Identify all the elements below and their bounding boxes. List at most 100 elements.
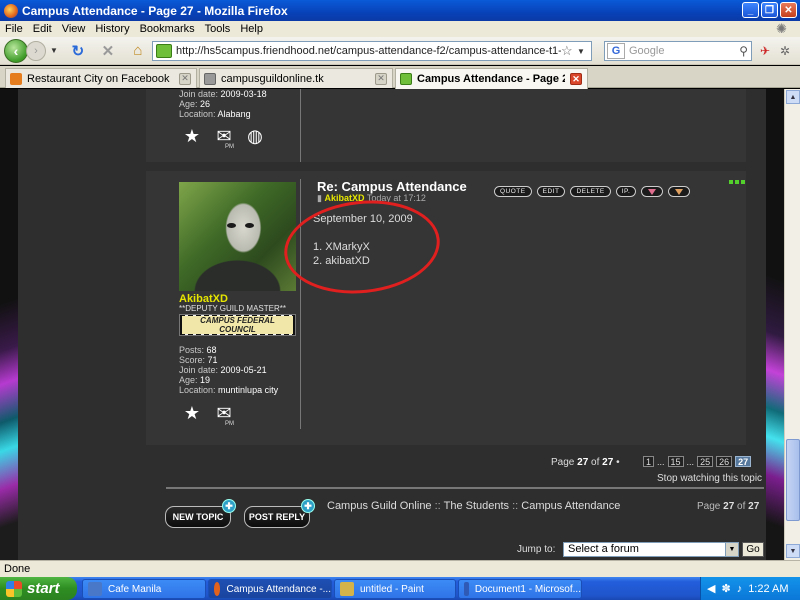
tab-campusguildonline[interactable]: campusguildonline.tk ✕ — [199, 68, 393, 88]
go-button[interactable]: Go — [742, 542, 764, 557]
system-tray: ◀ ✽ ♪ 1:22 AM — [700, 577, 800, 600]
back-button[interactable]: ‹ — [4, 38, 28, 63]
vertical-scrollbar[interactable]: ▲ ▼ — [784, 89, 800, 560]
url-bar[interactable]: http://hs5campus.friendhood.net/campus-a… — [152, 41, 592, 61]
post-actions: QUOTE EDIT DELETE IP. — [494, 186, 691, 197]
post-reply-button[interactable]: POST REPLY ✚ — [244, 499, 315, 528]
menu-bookmarks[interactable]: Bookmarks — [140, 23, 195, 35]
private-message-icon[interactable]: ✉ — [212, 124, 236, 151]
rank-image: CAMPUS FEDERAL COUNCIL — [179, 314, 296, 336]
stop-watching-link[interactable]: Stop watching this topic — [657, 473, 762, 484]
status-bar: Done — [0, 560, 800, 577]
profile-info: Posts: 68 Score: 71 Join date: 2009-05-2… — [179, 345, 279, 395]
taskbar-item-firefox[interactable]: Campus Attendance -... — [208, 579, 332, 599]
jump-to-select[interactable]: Select a forum ▼ — [563, 542, 739, 557]
close-window-button[interactable]: ✕ — [780, 2, 797, 18]
scroll-up-icon[interactable]: ▲ — [786, 90, 800, 104]
taskbar-item-paint[interactable]: untitled - Paint — [334, 579, 456, 599]
menu-edit[interactable]: Edit — [33, 23, 52, 35]
website-globe-icon[interactable]: ◍ — [243, 124, 267, 148]
reload-icon[interactable]: ↻ — [68, 41, 88, 61]
post-separator — [300, 179, 301, 429]
post-body-line: 2. akibatXD — [313, 255, 370, 267]
menu-bar: File Edit View History Bookmarks Tools H… — [0, 21, 800, 37]
restore-button[interactable]: ❐ — [761, 2, 778, 18]
delete-button[interactable]: DELETE — [570, 186, 611, 197]
url-dropdown-icon[interactable]: ▼ — [577, 47, 591, 56]
pagination-links: 1 ... 15 ... 25 26 27 — [643, 456, 752, 467]
tab-strip: Restaurant City on Facebook ✕ campusguil… — [0, 66, 800, 89]
firefox-icon — [214, 582, 221, 596]
post-meta: ▮ AkibatXD Today at 17:12 — [317, 193, 426, 204]
post-body-line — [313, 226, 413, 240]
url-text[interactable]: http://hs5campus.friendhood.net/campus-a… — [176, 45, 561, 57]
ip-button[interactable]: IP. — [615, 186, 637, 197]
post-meta-author[interactable]: AkibatXD — [324, 193, 364, 203]
forum-favicon-icon — [400, 73, 412, 85]
breadcrumb: Campus Guild Online :: The Students :: C… — [327, 500, 621, 512]
scroll-down-icon[interactable]: ▼ — [786, 544, 800, 558]
post-separator — [300, 89, 301, 162]
menu-file[interactable]: File — [5, 23, 23, 35]
menu-view[interactable]: View — [62, 23, 86, 35]
forward-button[interactable]: › — [26, 40, 46, 61]
search-box[interactable]: G Google ⚲ — [604, 41, 752, 61]
quote-button[interactable]: QUOTE — [494, 186, 532, 197]
tab-close-icon[interactable]: ✕ — [179, 72, 191, 85]
search-icon[interactable]: ⚲ — [739, 44, 748, 58]
menu-history[interactable]: History — [95, 23, 129, 35]
left-decoration — [0, 89, 18, 560]
minimize-button[interactable]: _ — [742, 2, 759, 18]
page-link-25[interactable]: 25 — [697, 456, 714, 467]
private-message-icon[interactable]: ✉ — [212, 401, 236, 428]
page-link-1[interactable]: 1 — [643, 456, 655, 467]
word-icon — [464, 582, 469, 596]
start-button[interactable]: start — [0, 577, 77, 600]
volume-icon[interactable]: ♪ — [737, 583, 743, 595]
paint-icon — [340, 582, 354, 596]
vote-down-button[interactable] — [668, 186, 691, 197]
previous-profile-info: Join date: 2009-03-18 Age: 26 Location: … — [179, 89, 267, 119]
tab-close-icon[interactable]: ✕ — [375, 72, 387, 85]
messenger-icon[interactable]: ✽ — [721, 582, 730, 595]
new-topic-button[interactable]: NEW TOPIC ✚ — [165, 499, 236, 528]
page-indicator-bottom: Page 27 of 27 — [697, 501, 760, 512]
post-body: September 10, 2009 1. XMarkyX 2. akibatX… — [313, 212, 413, 268]
page-link-26[interactable]: 26 — [716, 456, 733, 467]
online-status-icon — [729, 180, 745, 184]
stop-icon[interactable]: ✕ — [98, 41, 118, 61]
history-dropdown-icon[interactable]: ▼ — [50, 46, 58, 55]
profile-star-icon[interactable]: ★ — [180, 124, 204, 148]
clock[interactable]: 1:22 AM — [748, 583, 788, 595]
taskbar-item-cafe-manila[interactable]: Cafe Manila — [82, 579, 206, 599]
home-icon[interactable]: ⌂ — [128, 41, 148, 61]
vote-up-button[interactable] — [641, 186, 664, 197]
profile-star-icon[interactable]: ★ — [180, 401, 204, 425]
window-titlebar: Campus Attendance - Page 27 - Mozilla Fi… — [0, 0, 800, 21]
post-reply-badge-icon: ✚ — [301, 499, 315, 513]
page-link-15[interactable]: 15 — [667, 456, 684, 467]
chevron-down-icon[interactable]: ▼ — [725, 543, 738, 556]
addon-icon[interactable]: ✈ — [758, 44, 772, 58]
throbber-icon: ✺ — [776, 21, 787, 36]
post-body-line: 1. XMarkyX — [313, 241, 370, 253]
network-icon[interactable]: ◀ — [707, 582, 715, 595]
tab-label: Campus Attendance - Page 27 — [417, 73, 565, 85]
tab-campus-attendance[interactable]: Campus Attendance - Page 27 ✕ — [395, 68, 588, 89]
breadcrumb-forum[interactable]: Campus Attendance — [521, 500, 620, 512]
menu-help[interactable]: Help — [240, 23, 263, 35]
breadcrumb-home[interactable]: Campus Guild Online — [327, 500, 432, 512]
page-link-27[interactable]: 27 — [735, 456, 752, 467]
scroll-thumb[interactable] — [786, 439, 800, 521]
tab-restaurant-city[interactable]: Restaurant City on Facebook ✕ — [5, 68, 197, 88]
edit-button[interactable]: EDIT — [536, 186, 566, 197]
google-engine-icon[interactable]: G — [607, 43, 625, 59]
addon-settings-icon[interactable]: ✲ — [778, 44, 792, 58]
breadcrumb-category[interactable]: The Students — [444, 500, 509, 512]
footer-divider — [166, 487, 764, 489]
post-title[interactable]: Re: Campus Attendance — [317, 179, 467, 194]
tab-close-icon[interactable]: ✕ — [570, 73, 582, 85]
menu-tools[interactable]: Tools — [205, 23, 231, 35]
bookmark-star-icon[interactable]: ☆ — [561, 43, 577, 59]
taskbar-item-word[interactable]: Document1 - Microsof... — [458, 579, 582, 599]
